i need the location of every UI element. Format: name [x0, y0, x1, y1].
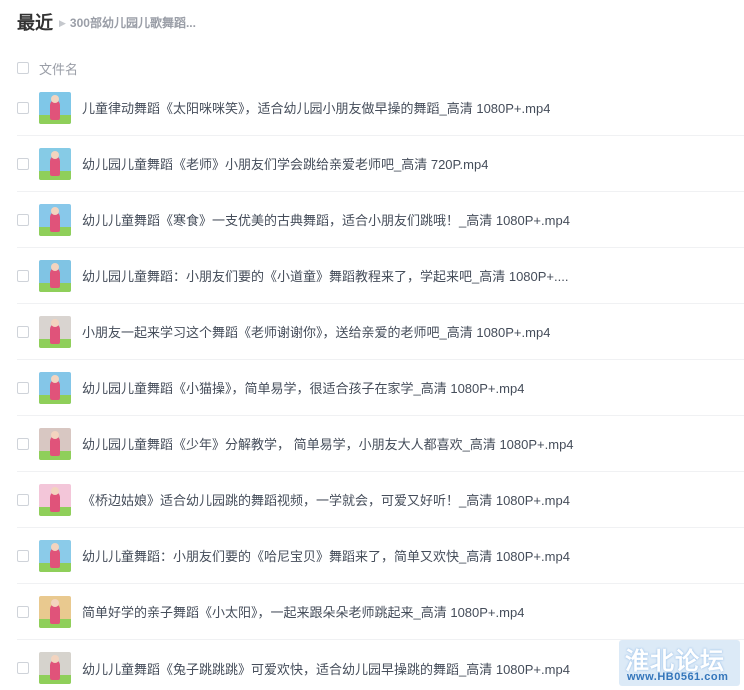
video-thumbnail[interactable]: [39, 315, 71, 348]
file-name[interactable]: 幼儿儿童舞蹈：小朋友们要的《哈尼宝贝》舞蹈来了，简单又欢快_高清 1080P+.…: [82, 546, 570, 565]
video-thumbnail[interactable]: [39, 371, 71, 404]
video-thumbnail[interactable]: [39, 539, 71, 572]
breadcrumb-current-folder[interactable]: 300部幼儿园儿歌舞蹈...: [70, 14, 196, 31]
file-name[interactable]: 幼儿园儿童舞蹈：小朋友们要的《小道童》舞蹈教程来了，学起来吧_高清 1080P+…: [82, 266, 568, 285]
video-thumbnail[interactable]: [39, 147, 71, 180]
file-name[interactable]: 简单好学的亲子舞蹈《小太阳》，一起来跟朵朵老师跳起来_高清 1080P+.mp4: [82, 602, 524, 621]
video-thumbnail[interactable]: [39, 483, 71, 516]
file-checkbox[interactable]: [17, 101, 29, 114]
file-row[interactable]: 幼儿园儿童舞蹈：小朋友们要的《小道童》舞蹈教程来了，学起来吧_高清 1080P+…: [17, 248, 744, 304]
file-checkbox[interactable]: [17, 269, 29, 282]
file-name[interactable]: 幼儿园儿童舞蹈《小猫操》，简单易学，很适合孩子在家学_高清 1080P+.mp4: [82, 378, 524, 397]
file-row[interactable]: 儿童律动舞蹈《太阳咪咪笑》，适合幼儿园小朋友做早操的舞蹈_高清 1080P+.m…: [17, 80, 744, 136]
file-checkbox[interactable]: [17, 662, 29, 674]
file-checkbox[interactable]: [17, 493, 29, 506]
forum-watermark: 淮北论坛 www.HB0561.com: [619, 640, 740, 686]
file-row[interactable]: 小朋友一起来学习这个舞蹈《老师谢谢你》，送给亲爱的老师吧_高清 1080P+.m…: [17, 304, 744, 360]
video-thumbnail[interactable]: [39, 259, 71, 292]
video-thumbnail[interactable]: [39, 91, 71, 124]
breadcrumb-root-recent[interactable]: 最近: [17, 9, 53, 35]
breadcrumb-separator-icon: ▶: [59, 17, 66, 28]
file-checkbox[interactable]: [17, 549, 29, 562]
file-row[interactable]: 幼儿儿童舞蹈：小朋友们要的《哈尼宝贝》舞蹈来了，简单又欢快_高清 1080P+.…: [17, 528, 744, 584]
file-list: 文件名 儿童律动舞蹈《太阳咪咪笑》，适合幼儿园小朋友做早操的舞蹈_高清 1080…: [17, 56, 744, 690]
file-checkbox[interactable]: [17, 381, 29, 394]
column-header-filename[interactable]: 文件名: [39, 59, 78, 78]
video-thumbnail[interactable]: [39, 595, 71, 628]
file-name[interactable]: 幼儿园儿童舞蹈《少年》分解教学， 简单易学，小朋友大人都喜欢_高清 1080P+…: [82, 434, 574, 453]
file-name[interactable]: 幼儿园儿童舞蹈《老师》小朋友们学会跳给亲爱老师吧_高清 720P.mp4: [82, 154, 488, 173]
file-row[interactable]: 幼儿儿童舞蹈《寒食》一支优美的古典舞蹈，适合小朋友们跳哦！_高清 1080P+.…: [17, 192, 744, 248]
file-checkbox[interactable]: [17, 157, 29, 170]
file-name[interactable]: 《桥边姑娘》适合幼儿园跳的舞蹈视频，一学就会，可爱又好听！_高清 1080P+.…: [82, 490, 570, 509]
file-checkbox[interactable]: [17, 213, 29, 226]
file-row[interactable]: 幼儿园儿童舞蹈《小猫操》，简单易学，很适合孩子在家学_高清 1080P+.mp4: [17, 360, 744, 416]
file-rows: 儿童律动舞蹈《太阳咪咪笑》，适合幼儿园小朋友做早操的舞蹈_高清 1080P+.m…: [17, 80, 744, 690]
file-row[interactable]: 《桥边姑娘》适合幼儿园跳的舞蹈视频，一学就会，可爱又好听！_高清 1080P+.…: [17, 472, 744, 528]
file-name[interactable]: 幼儿儿童舞蹈《寒食》一支优美的古典舞蹈，适合小朋友们跳哦！_高清 1080P+.…: [82, 210, 570, 229]
file-checkbox[interactable]: [17, 325, 29, 338]
file-name[interactable]: 幼儿儿童舞蹈《兔子跳跳跳》可爱欢快，适合幼儿园早操跳的舞蹈_高清 1080P+.…: [82, 659, 570, 678]
video-thumbnail[interactable]: [39, 203, 71, 236]
file-name[interactable]: 儿童律动舞蹈《太阳咪咪笑》，适合幼儿园小朋友做早操的舞蹈_高清 1080P+.m…: [82, 98, 550, 117]
file-checkbox[interactable]: [17, 605, 29, 618]
file-checkbox[interactable]: [17, 437, 29, 450]
file-row[interactable]: 幼儿园儿童舞蹈《老师》小朋友们学会跳给亲爱老师吧_高清 720P.mp4: [17, 136, 744, 192]
breadcrumb: 最近 ▶ 300部幼儿园儿歌舞蹈...: [17, 10, 196, 34]
file-row[interactable]: 幼儿园儿童舞蹈《少年》分解教学， 简单易学，小朋友大人都喜欢_高清 1080P+…: [17, 416, 744, 472]
file-name[interactable]: 小朋友一起来学习这个舞蹈《老师谢谢你》，送给亲爱的老师吧_高清 1080P+.m…: [82, 322, 550, 341]
video-thumbnail[interactable]: [39, 427, 71, 460]
file-row[interactable]: 简单好学的亲子舞蹈《小太阳》，一起来跟朵朵老师跳起来_高清 1080P+.mp4: [17, 584, 744, 640]
select-all-checkbox[interactable]: [17, 62, 29, 74]
watermark-url: www.HB0561.com: [627, 671, 729, 683]
video-thumbnail[interactable]: [39, 652, 71, 684]
file-list-header: 文件名: [17, 56, 744, 80]
